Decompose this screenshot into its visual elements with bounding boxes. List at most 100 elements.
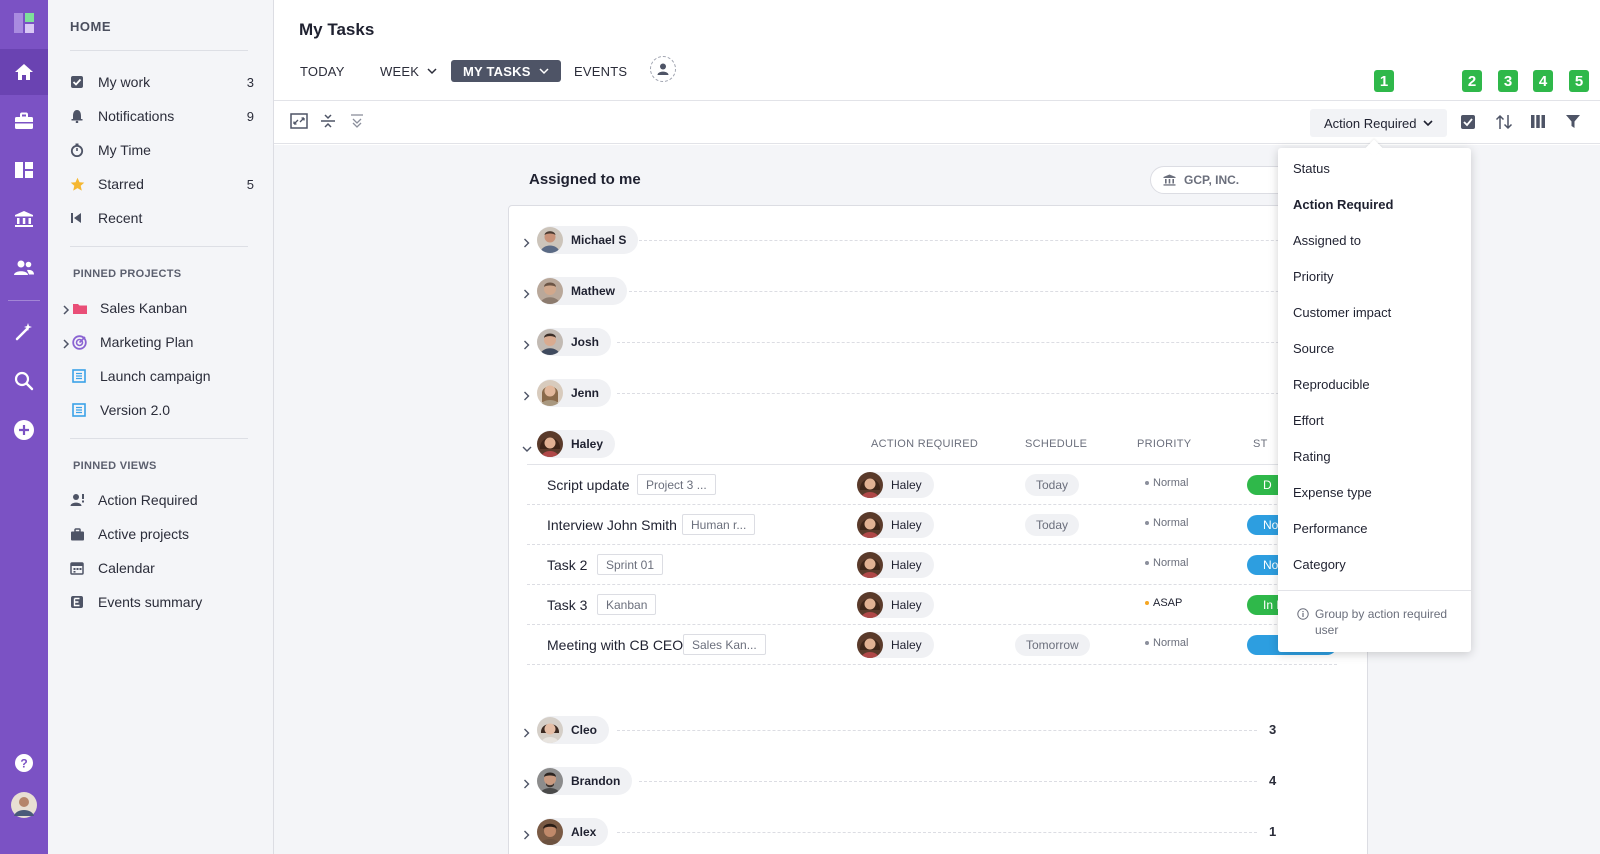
assign-user-button[interactable] [650, 56, 676, 82]
task-project-tag[interactable]: Project 3 ... [637, 474, 716, 495]
tab-today[interactable]: TODAY [300, 60, 345, 82]
column-header-status[interactable]: ST [1253, 438, 1268, 450]
people-icon[interactable] [0, 245, 48, 291]
task-priority[interactable]: Normal [1145, 517, 1188, 529]
task-project-tag[interactable]: Kanban [597, 594, 657, 615]
chevron-right-icon[interactable] [523, 776, 530, 794]
task-assignee[interactable]: Haley [857, 472, 934, 498]
sidebar-item-my-time[interactable]: My Time [70, 138, 254, 162]
group-josh[interactable]: Josh [509, 328, 1369, 356]
group-by-option-priority[interactable]: Priority [1293, 269, 1333, 284]
tab-week[interactable]: WEEK [380, 60, 437, 82]
sidebar-project-sales-kanban[interactable]: Sales Kanban [63, 296, 256, 320]
task-priority[interactable]: ASAP [1145, 597, 1182, 609]
task-assignee[interactable]: Haley [857, 512, 934, 538]
task-row[interactable]: Meeting with CB CEO Sales Kan... Haley T… [527, 625, 1337, 665]
sidebar-project-marketing-plan[interactable]: Marketing Plan [63, 330, 256, 354]
magic-wand-icon[interactable] [0, 309, 48, 355]
sidebar-view-action-required[interactable]: Action Required [70, 488, 254, 512]
group-by-option-action-required[interactable]: Action Required [1293, 197, 1393, 212]
task-project-tag[interactable]: Human r... [682, 514, 756, 535]
chevron-right-icon[interactable] [523, 337, 530, 355]
tab-events[interactable]: EVENTS [574, 60, 627, 82]
group-by-option-customer-impact[interactable]: Customer impact [1293, 305, 1391, 320]
chevron-right-icon[interactable] [523, 388, 530, 406]
group-by-option-source[interactable]: Source [1293, 341, 1334, 356]
sidebar-view-active-projects[interactable]: Active projects [70, 522, 254, 546]
column-header-action-required[interactable]: ACTION REQUIRED [871, 438, 978, 450]
sidebar-view-events-summary[interactable]: Events summary [70, 590, 254, 614]
task-project-tag[interactable]: Sales Kan... [683, 634, 766, 655]
task-priority[interactable]: Normal [1145, 557, 1188, 569]
chevron-right-icon[interactable] [523, 725, 530, 743]
sidebar-view-calendar[interactable]: Calendar [70, 556, 254, 580]
group-by-option-status[interactable]: Status [1293, 161, 1330, 176]
add-icon[interactable] [0, 407, 48, 453]
task-name[interactable]: Task 3 [547, 597, 587, 613]
home-icon[interactable] [0, 49, 48, 95]
group-by-option-category[interactable]: Category [1293, 557, 1346, 572]
column-header-priority[interactable]: PRIORITY [1137, 438, 1191, 450]
chevron-right-icon[interactable] [523, 286, 530, 304]
chevron-down-icon[interactable] [522, 440, 532, 458]
tab-my-tasks[interactable]: MY TASKS [451, 60, 561, 82]
briefcase-icon[interactable] [0, 98, 48, 144]
task-priority[interactable]: Normal [1145, 477, 1188, 489]
help-icon[interactable]: ? [0, 740, 48, 786]
collapse-all-icon[interactable] [320, 113, 336, 134]
task-project-tag[interactable]: Sprint 01 [597, 554, 664, 575]
task-name[interactable]: Task 2 [547, 557, 587, 573]
filter-icon[interactable] [1565, 114, 1581, 134]
user-avatar[interactable] [0, 782, 48, 828]
group-by-option-reproducible[interactable]: Reproducible [1293, 377, 1370, 392]
group-brandon[interactable]: Brandon 4 [509, 767, 1369, 795]
columns-icon[interactable] [1530, 114, 1546, 134]
app-logo[interactable] [0, 0, 48, 46]
group-cleo[interactable]: Cleo 3 [509, 716, 1369, 744]
sidebar-item-recent[interactable]: Recent [70, 206, 254, 230]
task-schedule[interactable]: Tomorrow [1015, 634, 1090, 656]
task-row[interactable]: Task 3 Kanban Haley ASAP In P [527, 585, 1337, 625]
task-assignee[interactable]: Haley [857, 632, 934, 658]
task-name[interactable]: Interview John Smith [547, 517, 677, 533]
task-row[interactable]: Task 2 Sprint 01 Haley Normal Not [527, 545, 1337, 585]
search-icon[interactable] [0, 358, 48, 404]
group-jenn[interactable]: Jenn [509, 379, 1369, 407]
chevron-right-icon[interactable] [523, 235, 530, 253]
sidebar-project-version-2[interactable]: Version 2.0 [72, 398, 256, 422]
group-mathew[interactable]: Mathew [509, 277, 1369, 305]
group-by-option-rating[interactable]: Rating [1293, 449, 1331, 464]
group-alex[interactable]: Alex 1 [509, 818, 1369, 846]
task-schedule[interactable]: Today [1025, 474, 1080, 496]
group-michael-s[interactable]: Michael S [509, 226, 1369, 254]
sidebar-project-launch-campaign[interactable]: Launch campaign [72, 364, 256, 388]
group-haley[interactable]: Haley ACTION REQUIRED SCHEDULE PRIORITY … [509, 430, 1369, 458]
task-schedule[interactable]: Today [1025, 514, 1080, 536]
chevron-right-icon[interactable] [62, 336, 70, 352]
task-panel: Michael S Mathew Josh Jenn Haley ACTION … [508, 205, 1368, 854]
task-row[interactable]: Script update Project 3 ... Haley Today … [527, 465, 1337, 505]
bank-icon[interactable] [0, 196, 48, 242]
sort-icon[interactable] [1495, 113, 1513, 136]
task-assignee[interactable]: Haley [857, 592, 934, 618]
group-by-option-assigned-to[interactable]: Assigned to [1293, 233, 1361, 248]
sidebar-item-my-work[interactable]: My work 3 [70, 70, 254, 94]
chevron-right-icon[interactable] [523, 827, 530, 845]
expand-icon[interactable] [290, 113, 308, 134]
task-priority[interactable]: Normal [1145, 637, 1188, 649]
group-by-option-expense-type[interactable]: Expense type [1293, 485, 1372, 500]
group-by-option-effort[interactable]: Effort [1293, 413, 1324, 428]
task-assignee[interactable]: Haley [857, 552, 934, 578]
dashboard-icon[interactable] [0, 147, 48, 193]
task-row[interactable]: Interview John Smith Human r... Haley To… [527, 505, 1337, 545]
sidebar-item-notifications[interactable]: Notifications 9 [70, 104, 254, 128]
column-header-schedule[interactable]: SCHEDULE [1025, 438, 1087, 450]
sidebar-item-starred[interactable]: Starred 5 [70, 172, 254, 196]
group-by-button[interactable]: Action Required [1310, 109, 1447, 137]
expand-all-icon[interactable] [349, 113, 365, 134]
chevron-right-icon[interactable] [62, 302, 70, 318]
checkbox-toggle-icon[interactable] [1460, 114, 1476, 135]
task-name[interactable]: Meeting with CB CEO [547, 637, 683, 653]
group-by-option-performance[interactable]: Performance [1293, 521, 1367, 536]
task-name[interactable]: Script update [547, 477, 630, 493]
